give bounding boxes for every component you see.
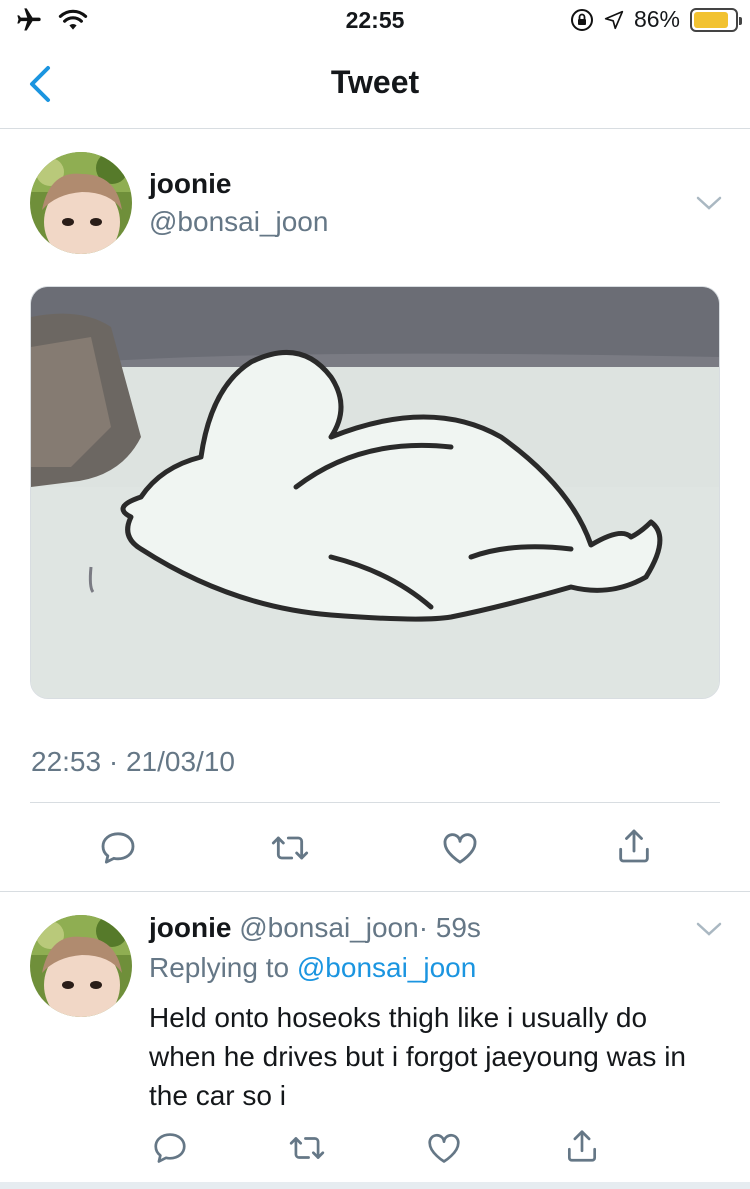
reply-share-button[interactable] bbox=[560, 1124, 604, 1168]
replying-to: Replying to @bonsai_joon bbox=[149, 952, 476, 984]
avatar-image bbox=[30, 152, 132, 254]
reply-text: Held onto hoseoks thigh like i usually d… bbox=[149, 1002, 686, 1111]
replying-prefix: Replying to bbox=[149, 952, 290, 983]
avatar[interactable] bbox=[30, 152, 132, 254]
author-handle[interactable]: @bonsai_joon bbox=[149, 206, 328, 238]
chevron-down-icon bbox=[696, 922, 722, 936]
bottom-separator bbox=[0, 1182, 750, 1189]
reply-retweet-button[interactable] bbox=[285, 1126, 329, 1170]
chevron-down-icon bbox=[696, 196, 722, 210]
battery-percent: 86% bbox=[633, 6, 680, 32]
reply-menu-button[interactable] bbox=[695, 920, 723, 938]
nav-bar: Tweet bbox=[0, 40, 750, 129]
divider bbox=[30, 802, 720, 803]
replying-mention-link[interactable]: @bonsai_joon bbox=[297, 952, 476, 983]
reply-avatar[interactable] bbox=[30, 915, 132, 1017]
reply-age: · 59s bbox=[418, 912, 481, 943]
reply-button[interactable] bbox=[96, 826, 140, 870]
tweet-timestamp: 22:53 · 21/03/10 bbox=[31, 746, 235, 777]
status-right: 86% bbox=[570, 6, 742, 33]
author-name[interactable]: joonie bbox=[149, 168, 231, 200]
reply-reply-button[interactable] bbox=[148, 1126, 192, 1170]
like-button[interactable] bbox=[438, 826, 482, 870]
tweet-menu-button[interactable] bbox=[695, 194, 723, 212]
reply-header: joonie @bonsai_joon· 59s bbox=[149, 912, 481, 944]
retweet-icon bbox=[271, 836, 309, 860]
reply-like-button[interactable] bbox=[422, 1126, 466, 1170]
page-title: Tweet bbox=[330, 64, 420, 100]
status-bar: 22:55 86% bbox=[0, 0, 750, 40]
location-icon bbox=[604, 10, 624, 29]
tweet-media[interactable] bbox=[30, 286, 720, 699]
share-icon bbox=[567, 1130, 597, 1162]
reply-author-name[interactable]: joonie bbox=[149, 912, 231, 943]
share-icon bbox=[619, 829, 649, 863]
reply-icon bbox=[101, 832, 135, 864]
retweet-button[interactable] bbox=[268, 826, 312, 870]
share-button[interactable] bbox=[612, 824, 656, 868]
like-icon bbox=[443, 833, 477, 864]
divider bbox=[0, 891, 750, 892]
like-icon bbox=[428, 1133, 460, 1163]
battery-fill bbox=[694, 11, 729, 28]
battery-icon bbox=[690, 7, 742, 32]
retweet-icon bbox=[289, 1137, 325, 1159]
avatar-image bbox=[30, 915, 132, 1017]
reply-author-handle[interactable]: @bonsai_joon bbox=[239, 912, 418, 943]
reply-icon bbox=[154, 1133, 186, 1163]
media-image bbox=[31, 287, 719, 698]
orientation-lock-icon bbox=[570, 8, 593, 31]
